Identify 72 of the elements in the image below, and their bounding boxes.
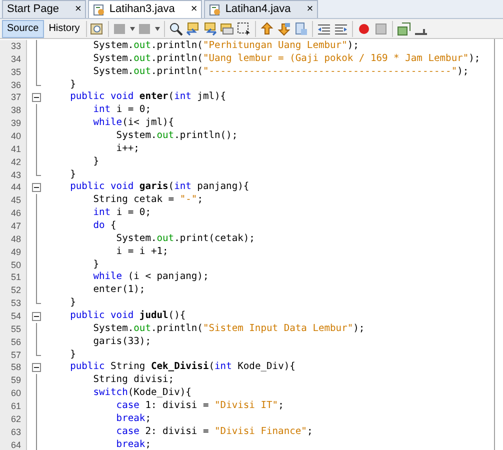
code-line: System.out.println("------------------------------------------");	[92, 66, 469, 79]
line-number: 57	[10, 350, 21, 360]
code-line: case 1: divisi = "Divisi IT";	[115, 400, 284, 413]
close-tab-button[interactable]: ×	[190, 4, 198, 15]
line-number: 62	[10, 414, 21, 424]
line-number: 41	[10, 144, 21, 154]
line-number: 36	[10, 80, 21, 90]
code-line: while(i< jml){	[92, 117, 174, 130]
line-number: 64	[10, 440, 21, 450]
code-line: break;	[115, 438, 151, 450]
line-number: 38	[10, 106, 21, 116]
line-number: 52	[10, 286, 21, 296]
code-line: i = i +1;	[115, 246, 168, 259]
line-number: 34	[10, 54, 21, 64]
code-line: String cetak = "-";	[92, 194, 203, 208]
code-line: garis(33);	[92, 336, 151, 349]
line-number: 49	[10, 248, 21, 257]
line-number: 44	[10, 183, 21, 192]
code-line: switch(Kode_Div){	[92, 387, 192, 400]
editor-tab[interactable]: Latihan4.java ×	[204, 0, 318, 18]
line-number: 48	[10, 234, 21, 244]
line-number: 45	[10, 196, 21, 206]
line-number: 42	[10, 158, 21, 167]
editor-tab[interactable]: Latihan3.java ×	[88, 0, 202, 18]
code-line: }	[69, 168, 76, 182]
line-number: 56	[10, 338, 21, 347]
line-number: 51	[10, 273, 21, 282]
line-number: 35	[10, 68, 21, 77]
line-number: 60	[10, 389, 21, 398]
code-line: }	[92, 258, 99, 272]
code-line: case 2: divisi = "Divisi Finance";	[115, 426, 313, 439]
line-number: 58	[10, 363, 21, 372]
code-line: break;	[115, 412, 151, 426]
line-number: 50	[10, 260, 21, 270]
line-number: 63	[10, 428, 21, 437]
line-number: 43	[10, 170, 21, 180]
editor-tab[interactable]: Start Page ×	[2, 0, 86, 18]
line-number: 40	[10, 132, 21, 141]
line-number: 55	[10, 324, 21, 334]
code-line: int i = 0;	[92, 104, 151, 118]
line-number: 47	[10, 222, 21, 231]
code-line: }	[69, 78, 76, 92]
code-line: System.out.println();	[115, 130, 238, 143]
code-line: while (i < panjang);	[92, 271, 209, 284]
code-line: System.out.println("Perhitungan Uang Lembur");	[92, 40, 359, 53]
line-number: 59	[10, 376, 21, 386]
line-number: 33	[10, 42, 21, 51]
line-number: 54	[10, 312, 21, 321]
code-line: }	[69, 348, 76, 362]
code-line: public void enter(int jml){	[69, 91, 226, 104]
close-tab-button[interactable]: ×	[74, 4, 82, 15]
code-line: public void judul(){	[69, 310, 186, 323]
code-line: System.out.println("Sistem Input Data Lembur");	[92, 322, 365, 336]
code-line: }	[92, 156, 99, 169]
line-number: 46	[10, 209, 21, 218]
line-number: 61	[10, 402, 21, 411]
line-number: 39	[10, 119, 21, 128]
code-line: System.out.println("Uang lembur = (Gaji pokok / 169 * Jam Lembur");	[92, 52, 480, 66]
line-number: 37	[10, 93, 21, 102]
view-toggle-button[interactable]: History	[44, 20, 85, 38]
code-line: System.out.print(cetak);	[115, 232, 255, 246]
code-line: public void garis(int panjang){	[69, 181, 250, 194]
code-line: }	[69, 297, 76, 310]
code-line: do {	[92, 220, 116, 233]
code-line: i++;	[115, 142, 140, 156]
code-line: enter(1);	[92, 284, 146, 298]
view-toggle-button[interactable]: Source	[2, 20, 44, 38]
code-line: public String Cek_Divisi(int Kode_Div){	[69, 361, 296, 374]
line-number: 53	[10, 299, 21, 308]
close-tab-button[interactable]: ×	[306, 4, 314, 15]
code-line: int i = 0;	[92, 207, 151, 220]
code-line: String divisi;	[92, 374, 174, 388]
